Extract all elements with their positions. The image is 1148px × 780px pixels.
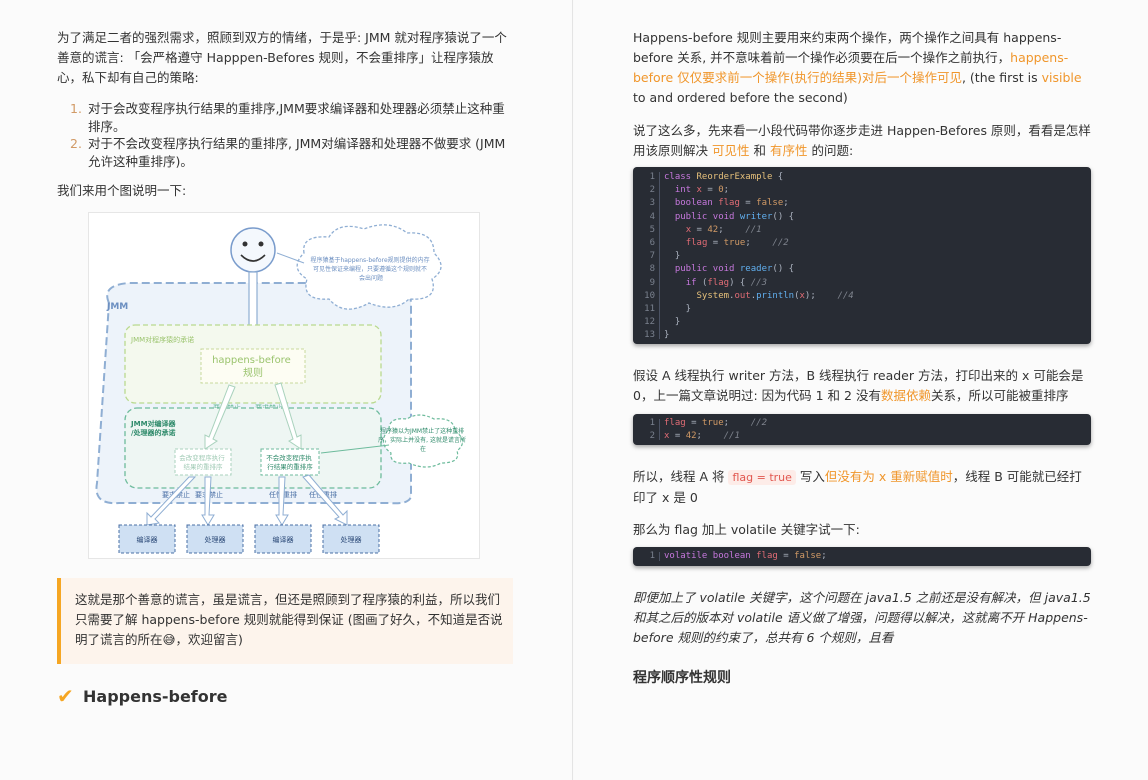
figure-intro: 我们来用个图说明一下:: [57, 183, 187, 198]
paragraph-hb-intro: Happens-before 规则主要用来约束两个操作，两个操作之间具有 hap…: [633, 28, 1091, 108]
text: 和: [749, 143, 770, 158]
quote-text: 这就是那个善意的谎言，虽是谎言，但还是照顾到了程序猿的利益，所以我们只需要了解 …: [75, 592, 503, 647]
text: 写入: [795, 469, 825, 484]
jmm-diagram-svg: JMM 程序猿基于happens-before规则提供的内存 可见性保证来编程，…: [95, 224, 466, 554]
section-heading: ✔ Happens-before: [57, 684, 228, 708]
text: Happens-before 规则主要用来约束两个操作，两个操作之间具有 hap…: [633, 30, 1062, 65]
list-item: 1. 对于会改变程序执行结果的重排序,JMM要求编译器和处理器必须禁止这种重排序。: [70, 100, 515, 135]
highlight-text: 但没有为 x 重新赋值时: [824, 469, 953, 484]
paragraph-code-intro: 说了这么多，先来看一小段代码带你逐步走进 Happen-Befores 原则，看…: [633, 121, 1091, 161]
highlight-text: 数据依赖: [880, 388, 931, 403]
box-label: 处理器: [341, 535, 362, 544]
box-label: 处理器: [205, 535, 226, 544]
list-text: 对于不会改变程序执行结果的重排序, JMM对编译器和处理器不做要求 (JMM允许…: [88, 136, 506, 169]
list-number: 1.: [70, 101, 82, 116]
text: 所以，线程 A 将: [633, 469, 729, 484]
change-result-box: [174, 448, 232, 476]
quote-block: 这就是那个善意的谎言，虽是谎言，但还是照顾到了程序猿的利益，所以我们只需要了解 …: [57, 578, 513, 664]
text: , (the first is: [961, 70, 1042, 85]
inline-code: flag = true: [728, 470, 796, 485]
heading-text: Happens-before: [83, 686, 228, 706]
highlight-text: visible: [1041, 70, 1082, 85]
code-block-volatile[interactable]: 1 volatile boolean flag = false;: [633, 547, 1091, 566]
paragraph-volatile: 那么为 flag 加上 volatile 关键字试一下:: [633, 522, 860, 537]
promise-programmer-label: JMM对程序猿的承诺: [130, 335, 194, 344]
code-block-reordered[interactable]: 1 flag = true; //2 2x = 42; //1: [633, 414, 1091, 445]
jmm-diagram: JMM 程序猿基于happens-before规则提供的内存 可见性保证来编程，…: [88, 212, 480, 559]
list-text: 对于会改变程序执行结果的重排序,JMM要求编译器和处理器必须禁止这种重排序。: [88, 101, 505, 134]
paragraph-reorder: 假设 A 线程执行 writer 方法，B 线程执行 reader 方法，打印出…: [633, 366, 1091, 406]
text: 的问题:: [807, 143, 854, 158]
box-label: 编译器: [137, 535, 158, 544]
text: to and ordered before the second): [633, 90, 848, 105]
section-heading-program-order: 程序顺序性规则: [633, 670, 731, 686]
text: 关系，所以可能被重排序: [930, 388, 1069, 403]
code-block-reorder-example[interactable]: 1 class ReorderExample { 2 int x = 0; 3 b…: [633, 167, 1091, 344]
strategy-list: 1. 对于会改变程序执行结果的重排序,JMM要求编译器和处理器必须禁止这种重排序。…: [70, 100, 515, 170]
list-number: 2.: [70, 136, 82, 151]
paragraph-flag: 所以，线程 A 将 flag = true 写入但没有为 x 重新赋值时，线程 …: [633, 467, 1091, 508]
box-label: 编译器: [273, 535, 294, 544]
right-page: Happens-before 规则主要用来约束两个操作，两个操作之间具有 hap…: [574, 0, 1148, 780]
highlight-text: 可见性: [711, 143, 750, 158]
smiley-face-icon: [230, 227, 276, 273]
jmm-label: JMM: [106, 302, 128, 312]
intro-paragraph: 为了满足二者的强烈需求，照顾到双方的情绪，于是乎: JMM 就对程序猿说了一个善…: [57, 30, 507, 85]
text: 说了这么多，先来看一小段代码带你逐步走进 Happen-Befores 原则，看…: [633, 123, 1091, 158]
list-item: 2. 对于不会改变程序执行结果的重排序, JMM对编译器和处理器不做要求 (JMM…: [70, 135, 515, 170]
highlight-text: 有序性: [769, 143, 808, 158]
no-change-result-box: [260, 448, 320, 476]
left-page: 为了满足二者的强烈需求，照顾到双方的情绪，于是乎: JMM 就对程序猿说了一个善…: [0, 0, 573, 780]
paragraph-java15: 即便加上了 volatile 关键字，这个问题在 java1.5 之前还是没有解…: [633, 590, 1091, 645]
cloud-top: 程序猿基于happens-before规则提供的内存 可见性保证来编程，只要遵循…: [296, 224, 442, 310]
checkmark-icon: ✔: [57, 684, 74, 708]
